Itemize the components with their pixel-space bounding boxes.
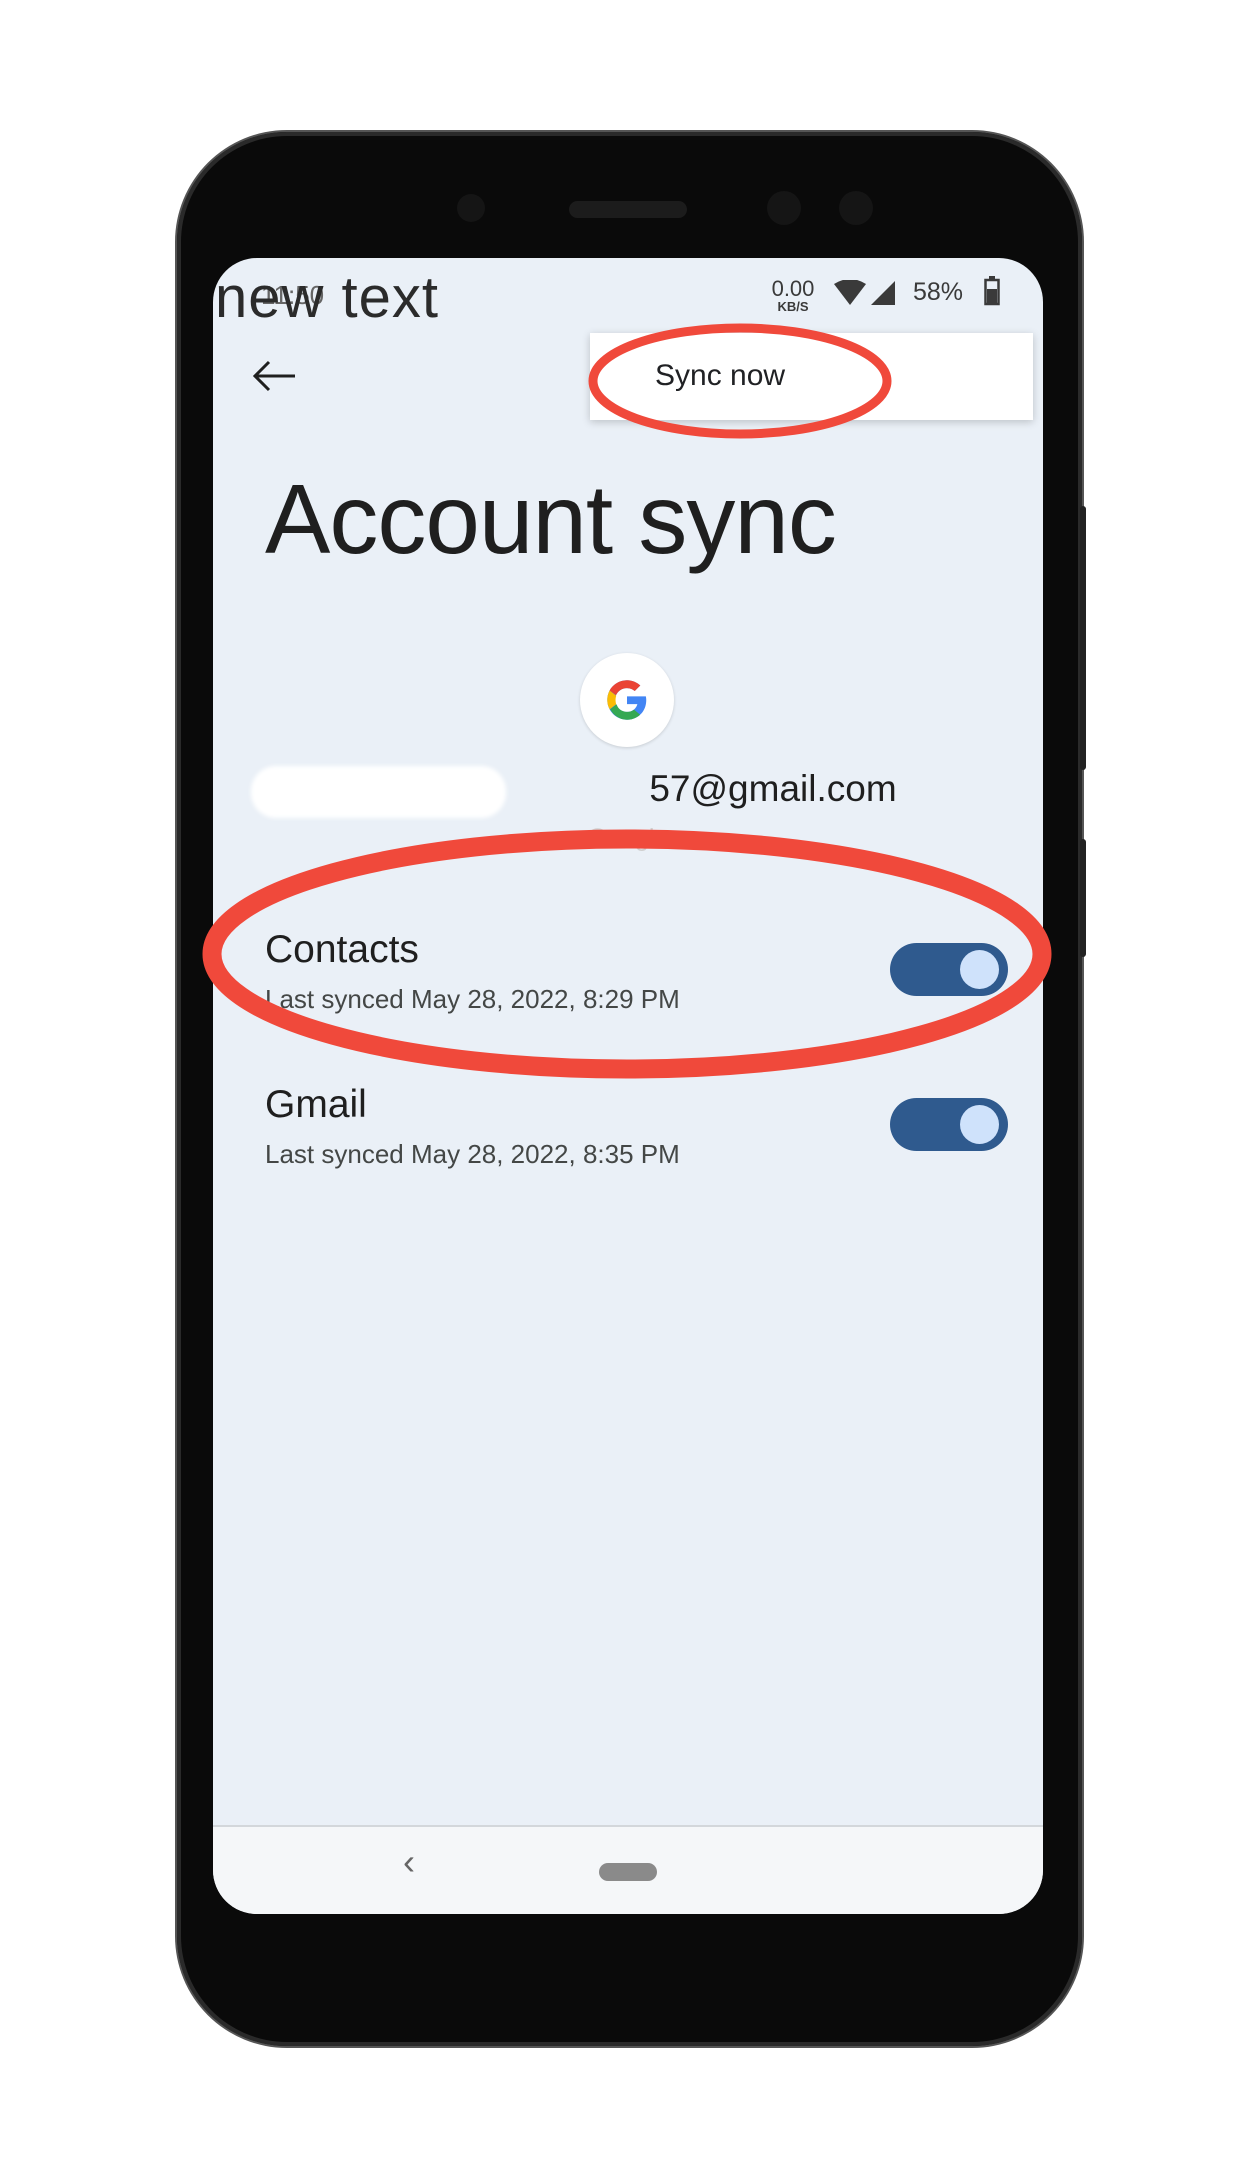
nav-back-icon[interactable]: ‹ (403, 1841, 415, 1883)
gmail-sync-toggle[interactable] (890, 1098, 1008, 1151)
net-speed-value: 0.00 (771, 276, 815, 301)
battery-icon (984, 276, 1000, 306)
net-speed-unit: KB/S (777, 299, 809, 314)
net-speed: 0.00 KB/S (767, 276, 819, 314)
redaction-mark (251, 766, 506, 818)
signal-icon (871, 281, 895, 305)
sync-item-subtitle: Last synced May 28, 2022, 8:29 PM (265, 984, 680, 1014)
navigation-bar: ‹ (213, 1825, 1043, 1914)
back-arrow-icon[interactable] (251, 359, 297, 393)
toggle-knob (960, 1105, 999, 1144)
sensor (839, 191, 873, 225)
contacts-sync-toggle[interactable] (890, 943, 1008, 996)
account-provider: Google (587, 824, 669, 852)
screen: 11:50 new text 0.00 KB/S 58% Sync now Ac… (213, 258, 1043, 1914)
sync-item-title: Gmail (265, 1083, 367, 1126)
page-title: Account sync (265, 464, 837, 574)
overlay-text: new text (215, 265, 439, 330)
power-button (1080, 839, 1086, 957)
volume-button (1080, 506, 1086, 770)
sensor (767, 191, 801, 225)
front-camera (457, 194, 485, 222)
google-logo-icon (607, 680, 647, 720)
sync-item-subtitle: Last synced May 28, 2022, 8:35 PM (265, 1139, 680, 1169)
battery-percent: 58% (913, 278, 964, 306)
earpiece-speaker (569, 201, 687, 218)
menu-item-sync-now[interactable]: Sync now (655, 359, 785, 393)
overflow-menu: Sync now (590, 333, 1033, 420)
nav-home-pill[interactable] (599, 1863, 657, 1881)
sync-item-title: Contacts (265, 928, 419, 971)
sync-item-contacts[interactable]: Contacts Last synced May 28, 2022, 8:29 … (213, 928, 1043, 1038)
toggle-knob (960, 950, 999, 989)
sync-item-gmail[interactable]: Gmail Last synced May 28, 2022, 8:35 PM (213, 1083, 1043, 1193)
wifi-icon (834, 280, 866, 305)
account-avatar (580, 653, 674, 747)
account-email-text: 57@gmail.com (649, 768, 897, 809)
